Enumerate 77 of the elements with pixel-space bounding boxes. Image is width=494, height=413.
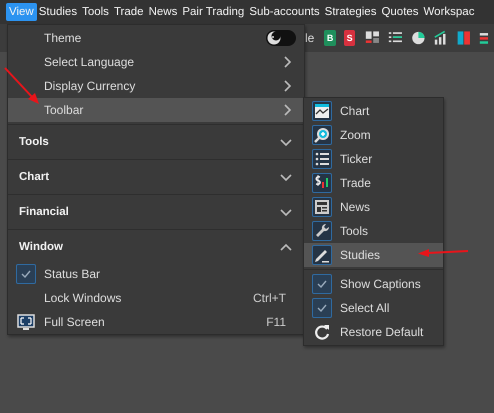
menu-bar-item[interactable]: Trade [110,3,147,21]
shortcut-label: Ctrl+T [253,291,286,305]
menu-item[interactable]: Select Language [8,50,304,74]
menu-label: Toolbar [44,103,84,117]
menu-bar-item[interactable]: Sub-accounts [246,3,323,21]
checkmark-icon [21,270,31,278]
menu-label: Window [19,241,64,253]
toggle-switch[interactable] [266,30,296,46]
checkbox[interactable] [312,298,332,318]
menu-label: Ticker [340,152,374,166]
menu-item[interactable]: Lock Windows Ctrl+T [8,286,304,310]
chevron-right-icon [282,80,292,92]
menu-bar-item[interactable]: Quotes [378,3,422,21]
menu-bar-item[interactable]: News [146,3,180,21]
section-header[interactable]: Tools [8,127,304,157]
chevron-right-icon [282,104,292,116]
menu-item[interactable]: Restore Default [304,320,443,344]
chart-window-icon [313,102,331,120]
menu-bar-item[interactable]: Tools [79,3,112,21]
menu-label: Zoom [340,128,372,142]
menu-label: Display Currency [44,79,136,93]
menu-item[interactable]: Chart [304,99,443,123]
menu-label: Select Language [44,55,136,69]
menu-label: Select All [340,301,390,315]
monitor-icon [17,314,35,330]
menu-label: Tools [19,136,50,148]
menu-label: News [340,200,372,214]
menu-item[interactable]: Zoom [304,123,443,147]
moon-icon [267,31,281,45]
menu-label: Status Bar [44,267,102,281]
menu-item[interactable]: Studies [304,243,443,267]
menu-label: Studies [340,248,382,262]
split-panel-icon [456,29,472,47]
menu-label: Chart [340,104,370,118]
checkbox[interactable] [312,274,332,294]
menu-item[interactable]: News [304,195,443,219]
checkmark-icon [317,304,327,312]
menu-bar-item[interactable]: Studies [36,3,80,21]
menu-item[interactable]: Toolbar [8,98,304,122]
toolbar-label: le [305,31,314,45]
menu-item[interactable]: Tools [304,219,443,243]
menu-label: Theme [44,31,82,45]
section-header[interactable]: Chart [8,162,304,192]
section-header[interactable]: Financial [8,197,304,227]
menu-label: Restore Default [340,325,424,339]
menu-item[interactable]: Select All [304,296,443,320]
menu-item[interactable]: Theme [8,26,304,50]
menu-label: Financial [19,206,70,218]
menu-label: Full Screen [44,315,106,329]
toolbar-button[interactable]: B [324,30,336,46]
checkbox[interactable] [16,264,36,284]
refresh-icon [314,324,330,340]
menu-item[interactable]: Status Bar [8,262,304,286]
menu-item[interactable]: Display Currency [8,74,304,98]
menu-label: Trade [340,176,372,190]
menu-item[interactable]: Trade [304,171,443,195]
chevron-right-icon [282,56,292,68]
section-header[interactable]: Window [8,232,304,262]
checkmark-icon [317,280,327,288]
menu-item[interactable]: Show Captions [304,272,443,296]
menu-item[interactable]: Ticker [304,147,443,171]
menu-label: Chart [19,171,50,183]
menu-bar-item[interactable]: Strategies [322,3,380,21]
shortcut-label: F11 [266,315,286,329]
zoom-icon [313,126,331,144]
menu-label: Tools [340,224,370,238]
toolbar-button[interactable]: S [344,30,356,46]
menu-item[interactable]: Full Screen F11 [8,310,304,334]
list-icon [313,150,331,168]
newspaper-icon [313,198,331,216]
bar-chart-icon [434,29,448,47]
menu-bar-item[interactable]: Workspac [420,3,478,21]
pie-chart-icon [410,29,426,47]
menu-label: Lock Windows [44,291,122,305]
menu-bar-item[interactable]: Pair Trading [179,3,248,21]
annotation-arrow [416,248,470,258]
menu-label: Show Captions [340,277,422,291]
